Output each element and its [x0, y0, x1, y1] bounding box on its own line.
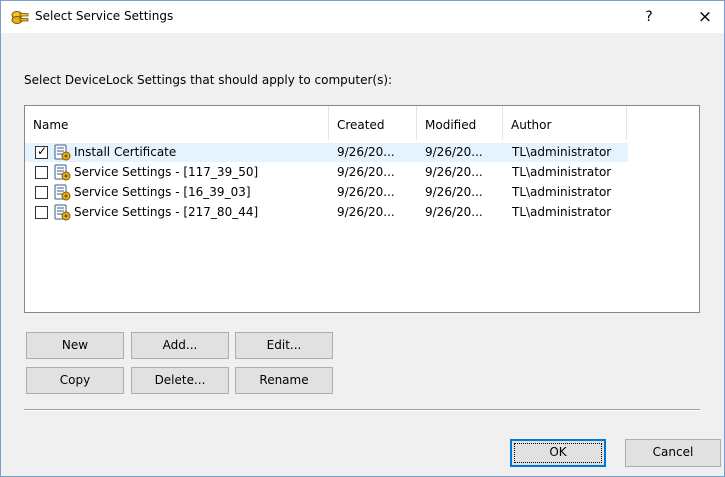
row-modified: 9/26/20... [425, 165, 483, 179]
list-header: Name Created Modified Author [25, 106, 699, 140]
help-button[interactable]: ? [637, 5, 661, 29]
row-checkbox[interactable] [35, 166, 48, 179]
row-name: Service Settings - [117_39_50] [74, 165, 259, 179]
table-row[interactable]: ✓ Install Certificate 9/26/20... 9/26/20… [25, 143, 628, 162]
check-mark-icon: ✓ [37, 144, 48, 158]
new-button[interactable]: New [26, 332, 124, 359]
delete-button[interactable]: Delete... [131, 367, 229, 394]
instruction-label: Select DeviceLock Settings that should a… [24, 73, 393, 87]
cancel-button[interactable]: Cancel [625, 439, 721, 467]
column-header-modified[interactable]: Modified [417, 106, 503, 140]
keys-icon [11, 9, 29, 25]
settings-scroll-icon [52, 183, 72, 202]
row-modified: 9/26/20... [425, 205, 483, 219]
row-checkbox[interactable] [35, 186, 48, 199]
row-created: 9/26/20... [337, 145, 395, 159]
row-checkbox[interactable] [35, 206, 48, 219]
table-row[interactable]: Service Settings - [217_80_44] 9/26/20..… [25, 203, 699, 222]
close-button[interactable]: × [688, 3, 722, 31]
row-modified: 9/26/20... [425, 145, 483, 159]
row-author: TL\administrator [512, 185, 612, 199]
row-name: Service Settings - [16_39_03] [74, 185, 251, 199]
add-button[interactable]: Add... [131, 332, 229, 359]
row-created: 9/26/20... [337, 205, 395, 219]
row-name: Service Settings - [217_80_44] [74, 205, 259, 219]
row-created: 9/26/20... [337, 165, 395, 179]
window-title: Select Service Settings [35, 9, 174, 23]
row-author: TL\administrator [512, 205, 612, 219]
row-author: TL\administrator [512, 165, 612, 179]
row-author: TL\administrator [512, 145, 612, 159]
rename-button[interactable]: Rename [235, 367, 333, 394]
settings-list[interactable]: Name Created Modified Author ✓ Install C… [24, 105, 700, 313]
row-name: Install Certificate [74, 145, 177, 159]
row-checkbox[interactable]: ✓ [35, 144, 48, 159]
separator-line [24, 409, 700, 411]
row-created: 9/26/20... [337, 185, 395, 199]
copy-button[interactable]: Copy [26, 367, 124, 394]
table-row[interactable]: Service Settings - [16_39_03] 9/26/20...… [25, 183, 699, 202]
column-header-author[interactable]: Author [503, 106, 627, 140]
settings-scroll-icon [52, 143, 72, 162]
title-bar: Select Service Settings ? × [1, 1, 724, 33]
column-header-created[interactable]: Created [329, 106, 417, 140]
column-header-name[interactable]: Name [25, 106, 329, 140]
settings-scroll-icon [52, 163, 72, 182]
edit-button[interactable]: Edit... [235, 332, 333, 359]
row-modified: 9/26/20... [425, 185, 483, 199]
ok-button[interactable]: OK [510, 439, 606, 467]
dialog-window: Select Service Settings ? × Select Devic… [0, 0, 725, 477]
table-row[interactable]: Service Settings - [117_39_50] 9/26/20..… [25, 163, 699, 182]
settings-scroll-icon [52, 203, 72, 222]
